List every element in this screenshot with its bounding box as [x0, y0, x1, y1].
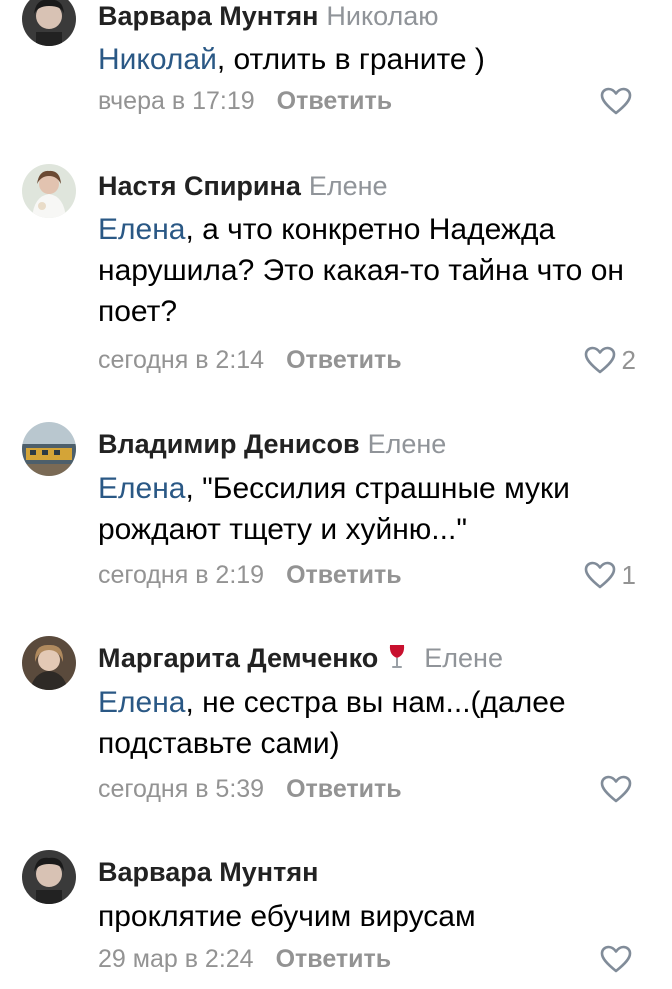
reply-to-name[interactable]: Николаю [326, 1, 438, 31]
comment-header: Владимир Денисов Елене [98, 428, 446, 460]
comment-date[interactable]: сегодня в 2:19 [98, 561, 264, 589]
comment-meta: сегодня в 5:39 Ответить [98, 774, 402, 804]
heart-outline-icon [600, 87, 632, 115]
comment-header: Настя Спирина Елене [98, 170, 388, 202]
avatar[interactable] [22, 636, 76, 690]
reply-to-name[interactable]: Елене [309, 171, 388, 201]
comment-text: Николай, отлить в граните ) [98, 39, 658, 80]
comment-text: Елена, а что конкретно Надежда нарушила?… [98, 209, 658, 332]
comment-date[interactable]: вчера в 17:19 [98, 87, 255, 115]
comment-text: Елена, "Бессилия страшные муки рождают т… [98, 468, 658, 550]
comment-text: Елена, не сестра вы нам...(далее подстав… [98, 682, 658, 764]
mention-link[interactable]: Елена [98, 686, 185, 719]
avatar[interactable] [22, 0, 76, 46]
comment-meta: сегодня в 2:19 Ответить [98, 560, 402, 590]
like-count: 2 [621, 344, 636, 375]
reply-button[interactable]: Ответить [277, 87, 393, 115]
reply-button[interactable]: Ответить [276, 945, 392, 973]
mention-link[interactable]: Елена [98, 213, 185, 246]
author-name[interactable]: Настя Спирина [98, 171, 301, 201]
mention-link[interactable]: Николай [98, 43, 217, 76]
reply-to-name[interactable]: Елене [424, 643, 503, 673]
like-count: 1 [621, 559, 636, 590]
like-button[interactable]: 1 [584, 560, 636, 590]
reply-button[interactable]: Ответить [286, 561, 402, 589]
like-button[interactable] [600, 774, 632, 804]
reply-button[interactable]: Ответить [286, 346, 402, 374]
like-button[interactable] [600, 944, 632, 974]
heart-outline-icon [584, 346, 615, 374]
comment-text: проклятие ебучим вирусам [98, 896, 658, 937]
comment-body: , отлить в граните ) [216, 43, 485, 76]
comment-meta: 29 мар в 2:24 Ответить [98, 944, 391, 974]
reply-to-name[interactable]: Елене [368, 429, 447, 459]
wine-glass-icon [386, 643, 408, 671]
author-name[interactable]: Варвара Мунтян [98, 1, 318, 31]
author-name[interactable]: Маргарита Демченко [98, 643, 378, 673]
avatar[interactable] [22, 850, 76, 904]
comment-meta: вчера в 17:19 Ответить [98, 86, 392, 116]
author-name[interactable]: Варвара Мунтян [98, 857, 318, 887]
like-button[interactable]: 2 [584, 345, 636, 375]
comment-header: Варвара Мунтян [98, 856, 318, 888]
comment-date[interactable]: сегодня в 2:14 [98, 346, 264, 374]
heart-outline-icon [600, 945, 632, 973]
comment-date[interactable]: сегодня в 5:39 [98, 775, 264, 803]
heart-outline-icon [600, 775, 632, 803]
like-button[interactable] [600, 86, 632, 116]
heart-outline-icon [584, 561, 615, 589]
avatar[interactable] [22, 422, 76, 476]
comment-body: проклятие ебучим вирусам [98, 900, 476, 933]
comment-date[interactable]: 29 мар в 2:24 [98, 945, 254, 973]
comment-meta: сегодня в 2:14 Ответить [98, 345, 402, 375]
comment-header: Варвара Мунтян Николаю [98, 0, 439, 32]
author-name[interactable]: Владимир Денисов [98, 429, 360, 459]
mention-link[interactable]: Елена [98, 472, 185, 505]
comment-header: Маргарита Демченко Елене [98, 642, 503, 674]
avatar[interactable] [22, 164, 76, 218]
reply-button[interactable]: Ответить [286, 775, 402, 803]
